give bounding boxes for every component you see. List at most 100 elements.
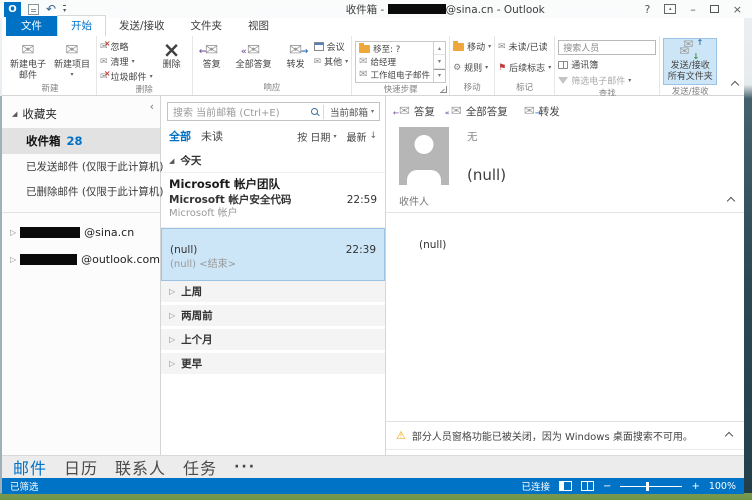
zoom-in-icon[interactable]: + <box>691 481 699 492</box>
quick-step-team-email[interactable]: ✉ 工作组电子邮件 <box>359 69 430 81</box>
dropdown-arrow-icon: ▾ <box>548 64 552 71</box>
collapsed-triangle-icon: ▷ <box>10 228 17 237</box>
scroll-more-icon[interactable]: ▾ <box>434 68 446 82</box>
nav-tasks[interactable]: 任务 <box>183 455 217 479</box>
quick-steps-scroll[interactable]: ▴ ▾ ▾ <box>433 42 446 82</box>
rules-button[interactable]: ⚙ 规则 ▾ <box>453 61 491 75</box>
scroll-down-icon[interactable]: ▾ <box>434 55 446 69</box>
tab-home[interactable]: 开始 <box>57 15 106 36</box>
nav-more-ellipsis[interactable]: ··· <box>234 459 256 475</box>
reply-button[interactable]: ✉ ← 答复 <box>196 38 228 71</box>
folder-deleted[interactable]: 已删除邮件 (仅限于此计算机) <box>2 179 164 204</box>
minimize-folder-pane-icon[interactable]: ‹ <box>150 100 154 113</box>
zoom-slider[interactable] <box>620 481 683 491</box>
account-sina[interactable]: ▷ @sina.cn <box>2 219 160 246</box>
filter-email-button[interactable]: 筛选电子邮件 ▾ <box>558 74 656 87</box>
send-receive-all-button[interactable]: ✉ ✉ ↑ ↓ 发送/接收所有文件夹 <box>663 37 718 85</box>
move-to-folder-icon <box>359 43 371 54</box>
redacted-account <box>20 227 81 238</box>
more-respond-button[interactable]: ✉ 其他 ▾ <box>314 55 349 69</box>
search-icon[interactable] <box>310 108 318 115</box>
message-row-microsoft[interactable]: Microsoft 帐户团队 Microsoft 帐户安全代码 22:59 Mic… <box>161 173 385 229</box>
tab-file[interactable]: 文件 <box>6 16 57 36</box>
new-items-button[interactable]: ✉ 新建项目 ▾ <box>51 38 93 78</box>
message-row-null-selected[interactable]: (null) 22:39 (null) <结束> <box>161 228 385 281</box>
outlook-app-icon[interactable]: O <box>4 1 21 17</box>
zoom-slider-thumb[interactable] <box>646 481 650 491</box>
qat-undo-icon[interactable]: ↶ <box>46 3 56 15</box>
dropdown-arrow-icon: ▾ <box>370 108 374 115</box>
address-book-button[interactable]: 通讯簿 <box>558 58 656 71</box>
filter-tab-unread[interactable]: 未读 <box>201 128 223 144</box>
collapsed-triangle-icon: ▷ <box>169 310 176 320</box>
sort-by-dropdown[interactable]: 按 日期 ▾ <box>297 129 336 144</box>
zoom-out-icon[interactable]: − <box>603 481 611 492</box>
close-button[interactable]: × <box>733 3 742 16</box>
recipients-label: 收件人 <box>399 197 429 208</box>
unread-read-button[interactable]: ✉ 未读/已读 <box>498 40 551 54</box>
nav-mail[interactable]: 邮件 <box>13 455 47 479</box>
favorites-header[interactable]: ◢ 收藏夹 <box>2 96 160 128</box>
nav-calendar[interactable]: 日历 <box>64 455 98 479</box>
filter-tab-all[interactable]: 全部 <box>169 128 191 144</box>
search-people-input[interactable]: 搜索人员 <box>558 40 657 55</box>
scroll-up-icon[interactable]: ▴ <box>434 42 446 56</box>
filter-icon <box>558 77 569 84</box>
group-label-respond: 响应 <box>263 83 281 93</box>
folder-sent[interactable]: 已发送邮件 (仅限于此计算机) <box>2 154 164 179</box>
group-header-last-month[interactable]: ▷ 上个月 <box>161 328 385 353</box>
team-email-icon: ✉ <box>359 69 368 81</box>
ribbon-display-options-icon[interactable]: ▴ <box>664 4 677 14</box>
group-header-two-weeks[interactable]: ▷ 两周前 <box>161 304 385 329</box>
search-input[interactable]: 搜索 当前邮箱 (Ctrl+E) 当前邮箱 ▾ <box>167 102 380 121</box>
normal-view-icon[interactable] <box>559 481 573 491</box>
reply-inline-button[interactable]: ✉ ← 答复 <box>393 104 435 119</box>
zoom-percentage[interactable]: 100% <box>709 481 736 492</box>
tab-folder[interactable]: 文件夹 <box>178 16 236 36</box>
help-button[interactable]: ? <box>644 3 650 16</box>
group-header-today[interactable]: ◢ 今天 <box>161 149 385 173</box>
ribbon-group-respond: ✉ ← 答复 ✉ « 全部答复 ✉ → 转发 会议 ✉ 其他 ▾ 响应 <box>193 36 353 95</box>
nav-people[interactable]: 联系人 <box>115 455 166 479</box>
collapse-ribbon-icon[interactable] <box>730 73 740 92</box>
tab-send-receive[interactable]: 发送/接收 <box>106 16 178 36</box>
forward-icon: ✉ → <box>288 39 309 59</box>
qat-customize-icon[interactable]: ▾ <box>63 4 67 14</box>
new-items-icon: ✉ <box>65 39 79 59</box>
dialog-launcher-icon[interactable] <box>440 86 448 93</box>
quick-step-to-manager[interactable]: ✉ 给经理 <box>359 56 430 68</box>
collapse-people-pane-icon[interactable] <box>724 431 734 440</box>
junk-button[interactable]: ✉垃圾邮件▾ <box>100 69 153 84</box>
move-button[interactable]: 移动 ▾ <box>453 40 491 53</box>
qat-send-receive-icon[interactable] <box>28 3 39 15</box>
search-scope-dropdown[interactable]: 当前邮箱 ▾ <box>322 104 374 119</box>
minimize-button[interactable]: – <box>690 3 696 16</box>
tab-view[interactable]: 视图 <box>235 16 282 36</box>
quick-step-move-to[interactable]: 移至: ? <box>359 43 430 55</box>
redacted-account <box>20 254 78 265</box>
reading-view-icon[interactable] <box>581 481 595 491</box>
cleanup-button[interactable]: ✉ 清理 ▾ <box>100 55 153 69</box>
follow-up-button[interactable]: ⚑ 后续标志 ▾ <box>498 61 552 75</box>
expanded-triangle-icon: ◢ <box>169 156 175 165</box>
collapse-header-icon[interactable] <box>726 196 736 205</box>
group-label-new: 新建 <box>41 83 59 94</box>
group-header-older[interactable]: ▷ 更早 <box>161 352 385 377</box>
reply-all-button[interactable]: ✉ « 全部答复 <box>230 38 278 71</box>
group-header-last-week[interactable]: ▷ 上周 <box>161 280 385 305</box>
forward-button[interactable]: ✉ → 转发 <box>280 38 312 71</box>
forward-inline-button[interactable]: ✉ → 转发 <box>524 104 560 119</box>
delete-button[interactable]: × 删除 <box>155 38 189 71</box>
ribbon: ✉ 新建电子邮件 ✉ 新建项目 ▾ 新建 ✉忽略 ✉清理▾ ✉ <box>2 36 744 99</box>
meeting-button[interactable]: 会议 <box>313 40 349 53</box>
ribbon-group-tags: ✉ 未读/已读 ⚑ 后续标志 ▾ 标记 <box>495 36 556 95</box>
message-time: 22:59 <box>346 193 377 206</box>
account-outlook[interactable]: ▷ @outlook.com <box>2 246 160 273</box>
ignore-button[interactable]: ✉忽略 <box>100 39 153 54</box>
new-email-button[interactable]: ✉ 新建电子邮件 <box>7 38 49 82</box>
reply-all-inline-button[interactable]: ✉ «全部答复 <box>445 104 508 119</box>
folder-inbox[interactable]: 收件箱 28 <box>2 128 160 154</box>
message-preview: (null) <结束> <box>170 258 236 270</box>
maximize-button[interactable] <box>709 5 719 13</box>
sort-order-button[interactable]: 最新 ↓ <box>346 129 377 144</box>
